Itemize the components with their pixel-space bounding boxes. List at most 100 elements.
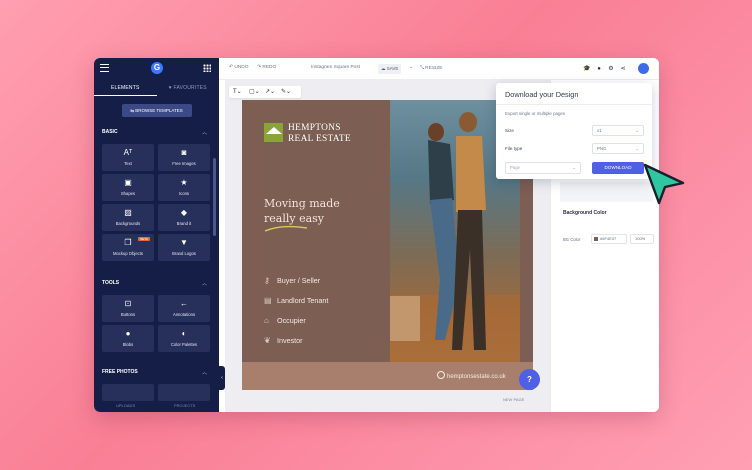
tab-favourites-label: FAVOURITES [173,85,207,91]
sidebar-header: G [94,58,219,80]
tile-label: Text [124,161,132,166]
pattern-icon: ▨ [124,208,132,217]
tile-color-palettes[interactable]: ◐ Color Palettes [158,325,210,352]
tab-elements[interactable]: ELEMENTS [94,80,157,96]
logo-icon: ▼ [180,238,188,247]
star-icon: ★ [180,178,188,187]
file-type-value: PNG [597,146,607,151]
photo-tile[interactable] [158,384,210,401]
new-page-button[interactable]: NEW PAGE [503,397,524,402]
page-select[interactable]: Page ⌄ [505,162,581,174]
browse-templates-button[interactable]: ⇆ BROWSE TEMPLATES [121,104,192,117]
top-toolbar: ↶ UNDO ↷ REDO Instagram Square Post ☁ SA… [219,58,659,80]
info-icon[interactable]: ● [595,65,603,73]
palette-icon: ◐ [181,329,187,338]
free-photos-collapse-icon[interactable]: ︿ [202,369,207,376]
brand-line-2: REAL ESTATE [288,134,351,144]
tile-label: Annotations [172,312,196,317]
projects-link[interactable]: PROJECTS [174,403,195,408]
blob-icon: ● [125,329,131,338]
tile-shapes[interactable]: ▣ Shapes [102,174,154,201]
swoosh-decoration [264,225,308,232]
brand-icon: ◆ [180,208,188,217]
basic-collapse-icon[interactable]: ︿ [202,129,207,136]
app-logo-icon[interactable]: G [151,62,163,74]
tile-brand-it[interactable]: ◆ Brand it [158,204,210,231]
website-url[interactable]: hemptonsestate.co.uk [437,371,506,380]
service-label: Investor [277,336,303,345]
dialog-divider [496,104,652,105]
service-item[interactable]: ❦ Investor [264,336,303,345]
service-item[interactable]: ▤ Landlord Tenant [264,296,328,305]
tile-blobs[interactable]: ● Blobs [102,325,154,352]
dialog-title: Download your Design [505,90,579,99]
service-item[interactable]: ⚷ Buyer / Seller [264,276,320,285]
editor-window: G ELEMENTS ♥ FAVOURITES ⇆ BROWSE TEMPLAT… [94,58,659,412]
education-icon[interactable]: 🎓 [583,65,591,73]
tile-text[interactable]: Aᵀ Text [102,144,154,171]
download-button[interactable]: DOWNLOAD [592,162,644,174]
background-color-heading: Background Color [563,210,607,216]
save-options-chevron-icon[interactable]: ⌄ [409,65,413,70]
save-button[interactable]: ☁ SAVE [378,64,402,74]
tools-heading: TOOLS [102,280,120,286]
sidebar-scrollbar[interactable] [213,158,216,236]
document-name[interactable]: Instagram Square Post [311,65,360,70]
help-button[interactable]: ? [519,369,540,390]
tile-brand-logos[interactable]: ▼ Brand Logos [158,234,210,261]
beta-badge: BETA [138,237,150,241]
tile-label: Brand Logos [172,251,196,256]
bg-color-label: BG Color [563,237,581,242]
size-select[interactable]: x1 ⌄ [592,125,644,136]
shape-tool-icon[interactable]: ▢⌄ [249,88,260,95]
camera-icon: ◙ [181,148,187,157]
design-canvas[interactable]: HEMPTONS REAL ESTATE Moving made really … [242,100,533,390]
tile-mockup-objects[interactable]: ❒ BETA Mockup Objects [102,234,154,261]
tile-label: Shapes [120,191,136,196]
sidebar: G ELEMENTS ♥ FAVOURITES ⇆ BROWSE TEMPLAT… [94,58,219,412]
uploads-link[interactable]: UPLOADS [116,403,135,408]
page-placeholder: Page [510,165,521,170]
website-url-text: hemptonsestate.co.uk [447,374,506,380]
pen-tool-icon[interactable]: ✎⌄ [281,88,291,95]
plant-icon: ❦ [264,336,271,345]
share-icon[interactable]: ⋖ [619,65,627,73]
free-photos-heading: FREE PHOTOS [102,369,138,375]
service-item[interactable]: ⌂ Occupier [264,316,306,325]
tab-favourites[interactable]: ♥ FAVOURITES [157,80,220,96]
sidebar-bottom-nav: UPLOADS PROJECTS [94,401,219,412]
brand-name[interactable]: HEMPTONS REAL ESTATE [288,123,351,145]
tile-backgrounds[interactable]: ▨ Backgrounds [102,204,154,231]
chevron-down-icon: ⌄ [635,128,639,133]
redo-label: REDO [262,65,277,70]
button-icon: ⊡ [124,299,132,308]
file-type-select[interactable]: PNG ⌄ [592,143,644,154]
resize-button[interactable]: ⤡ RESIZE [420,65,443,71]
panel-placeholder [560,182,653,202]
line-tool-icon[interactable]: ↗⌄ [265,88,275,95]
size-label: Size [505,128,514,133]
tile-label: Mockup Objects [112,251,144,256]
bg-opacity-input[interactable]: 100% [630,234,654,244]
photo-tile[interactable] [102,384,154,401]
user-avatar[interactable] [638,63,649,74]
text-icon: Aᵀ [123,148,133,157]
file-type-label: File type [505,146,523,151]
bg-color-picker[interactable]: #6F4E37 [591,234,627,244]
tile-free-images[interactable]: ◙ Free Images [158,144,210,171]
tile-buttons[interactable]: ⊡ Buttons [102,295,154,322]
settings-icon[interactable]: ⚙ [607,65,615,73]
shapes-icon: ▣ [124,178,132,187]
tile-annotations[interactable]: ← Annotations [158,295,210,322]
chevron-down-icon: ⌄ [635,146,639,151]
redo-button[interactable]: ↷ REDO [257,65,276,70]
hamburger-menu-icon[interactable] [100,64,109,72]
tools-collapse-icon[interactable]: ︿ [202,280,207,287]
headline-text[interactable]: Moving made really easy [264,196,340,226]
undo-button[interactable]: ↶ UNDO [229,65,248,70]
tile-icons[interactable]: ★ Icons [158,174,210,201]
apps-grid-icon[interactable] [203,64,211,72]
globe-icon [437,371,445,379]
cursor-arrow-icon [643,163,685,205]
text-tool-icon[interactable]: T⌄ [233,88,242,95]
